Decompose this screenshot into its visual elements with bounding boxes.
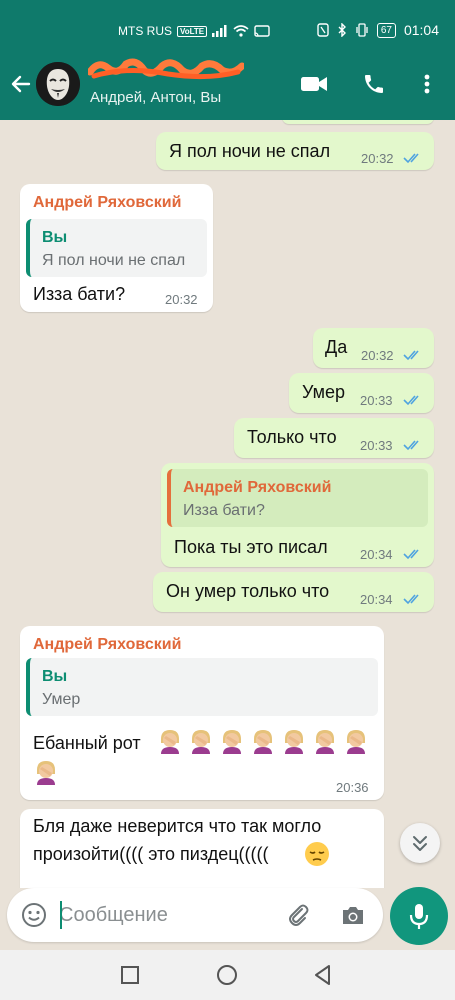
message-text: Только что <box>247 427 337 447</box>
voice-record-button[interactable] <box>390 887 448 945</box>
double-check-icon <box>403 350 419 361</box>
facepalm-woman-emoji <box>254 730 272 754</box>
status-right: 67 01:04 <box>317 22 439 38</box>
status-left: MTS RUS VoLTE <box>118 24 270 38</box>
cast-icon <box>254 25 270 37</box>
message-text-line: Бля даже неверится что так могло <box>33 816 322 836</box>
participants-list[interactable]: Андрей, Антон, Вы <box>90 89 221 106</box>
mic-icon <box>409 904 429 929</box>
message-text: Ебанный рот <box>33 733 141 753</box>
message-time: 20:34 <box>360 592 393 607</box>
message-bubble-outgoing[interactable]: Он умер только что 20:34 <box>153 572 434 612</box>
nfc-icon <box>317 23 329 37</box>
facepalm-woman-emoji <box>37 761 55 785</box>
facepalm-woman-emoji <box>316 730 334 754</box>
message-text: Да <box>325 337 348 357</box>
chat-area[interactable]: Я пол ночи не спал 20:32 Андрей Ряховски… <box>0 120 455 888</box>
more-vert-icon[interactable] <box>420 72 434 96</box>
back-arrow-icon[interactable] <box>9 72 33 96</box>
camera-icon[interactable] <box>340 903 366 927</box>
signal-icon <box>212 25 227 37</box>
volte-badge: VoLTE <box>177 25 208 37</box>
quote-author: Вы <box>42 668 68 685</box>
quoted-message[interactable]: Вы Я пол ночи не спал <box>26 219 207 277</box>
facepalm-woman-emoji <box>161 730 179 754</box>
chat-header: Андрей, Антон, Вы <box>0 58 455 120</box>
message-time: 20:32 <box>361 151 394 166</box>
message-text: Изза бати? <box>33 284 126 304</box>
video-call-icon[interactable] <box>300 72 328 96</box>
bluetooth-icon <box>338 23 346 37</box>
message-time: 20:32 <box>361 348 394 363</box>
message-text-line: произойти(((( это пиздец((((( <box>33 844 269 864</box>
message-text: Умер <box>302 382 346 402</box>
message-input[interactable] <box>59 897 279 933</box>
quote-text: Я пол ночи не спал <box>42 252 186 269</box>
carrier-label: MTS RUS <box>118 24 172 38</box>
wifi-icon <box>233 25 249 37</box>
facepalm-woman-emoji <box>223 730 241 754</box>
message-bubble-outgoing[interactable]: Умер 20:33 <box>289 373 434 413</box>
facepalm-woman-emoji <box>347 730 365 754</box>
nav-circle-icon[interactable] <box>216 964 238 986</box>
message-text: Я пол ночи не спал <box>169 141 331 161</box>
group-avatar[interactable] <box>36 62 80 106</box>
system-nav-bar <box>0 950 455 1000</box>
message-time: 20:33 <box>360 393 393 408</box>
message-bubble-outgoing[interactable]: Я пол ночи не спал 20:32 <box>156 132 434 170</box>
message-time: 20:34 <box>360 547 393 562</box>
scroll-down-button[interactable] <box>400 823 440 863</box>
sender-name[interactable]: Андрей Ряховский <box>33 636 181 654</box>
message-bubble-incoming[interactable]: Андрей Ряховский Вы Я пол ночи не спал И… <box>20 184 213 312</box>
quoted-message[interactable]: Андрей Ряховский Изза бати? <box>167 469 428 527</box>
double-check-icon <box>403 440 419 451</box>
double-check-icon <box>403 153 419 164</box>
quote-text: Изза бати? <box>183 502 265 519</box>
message-time: 20:33 <box>360 438 393 453</box>
text-caret <box>60 901 62 929</box>
double-check-icon <box>403 594 419 605</box>
message-bubble-outgoing[interactable]: Андрей Ряховский Изза бати? Пока ты это … <box>161 463 434 567</box>
message-time: 20:36 <box>336 780 369 795</box>
vibrate-icon <box>356 23 368 37</box>
emoji-row <box>156 727 376 757</box>
message-bubble-incoming[interactable]: Андрей Ряховский Вы Умер Ебанный рот 20:… <box>20 626 384 800</box>
double-check-icon <box>403 549 419 560</box>
double-check-icon <box>403 395 419 406</box>
quoted-message[interactable]: Вы Умер <box>26 658 378 716</box>
clock: 01:04 <box>403 22 439 38</box>
quote-author: Андрей Ряховский <box>183 479 332 496</box>
nav-square-icon[interactable] <box>120 965 140 985</box>
sender-name[interactable]: Андрей Ряховский <box>33 194 181 212</box>
pensive-face-emoji <box>305 842 329 866</box>
message-text: Пока ты это писал <box>174 537 328 557</box>
message-bubble-incoming[interactable]: Бля даже неверится что так могло произой… <box>20 809 384 888</box>
emoji-icon[interactable] <box>21 902 47 928</box>
message-bubble-partial[interactable] <box>282 120 434 124</box>
message-text: Он умер только что <box>166 581 330 601</box>
facepalm-woman-emoji <box>192 730 210 754</box>
battery-indicator: 67 <box>376 22 396 38</box>
phone-icon[interactable] <box>362 72 386 96</box>
quote-text: Умер <box>42 691 81 708</box>
facepalm-woman-emoji <box>285 730 303 754</box>
message-composer <box>7 888 383 942</box>
quote-author: Вы <box>42 229 68 246</box>
message-bubble-outgoing[interactable]: Да 20:32 <box>313 328 434 368</box>
chevrons-down-icon <box>413 836 427 851</box>
redacted-group-title <box>88 58 244 80</box>
emoji-row <box>32 758 62 788</box>
message-time: 20:32 <box>165 292 198 307</box>
nav-triangle-icon[interactable] <box>313 964 333 986</box>
status-bar: MTS RUS VoLTE 67 01:04 <box>0 0 455 62</box>
attach-icon[interactable] <box>285 902 311 928</box>
message-bubble-outgoing[interactable]: Только что 20:33 <box>234 418 434 458</box>
